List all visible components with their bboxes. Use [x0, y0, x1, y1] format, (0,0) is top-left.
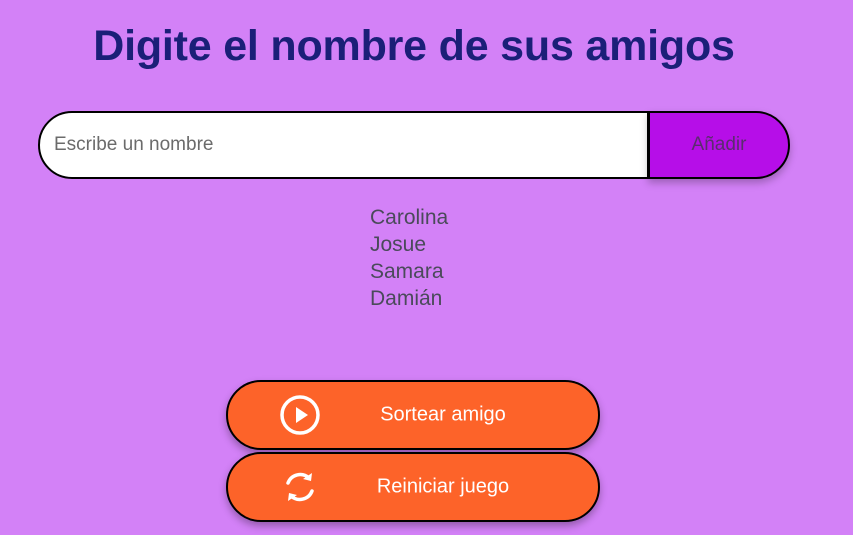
friend-list-item: Josue — [370, 233, 427, 256]
friend-list: Carolina Josue Samara Damián — [370, 204, 448, 312]
page-title: Digite el nombre de sus amigos — [93, 22, 735, 70]
draw-friend-button[interactable]: Sortear amigo — [226, 380, 600, 450]
play-circle-icon — [280, 395, 320, 435]
friend-list-item: Carolina — [370, 206, 449, 229]
friend-list-item: Samara — [370, 260, 444, 283]
add-button[interactable]: Añadir — [648, 111, 790, 179]
reset-game-button[interactable]: Reiniciar juego — [226, 452, 600, 522]
name-input[interactable] — [38, 111, 649, 179]
draw-friend-label: Sortear amigo — [380, 403, 506, 426]
reset-game-label: Reiniciar juego — [376, 475, 510, 498]
add-friend-form: Añadir — [38, 111, 790, 179]
refresh-icon — [286, 472, 314, 502]
friend-list-item: Damián — [370, 287, 443, 310]
